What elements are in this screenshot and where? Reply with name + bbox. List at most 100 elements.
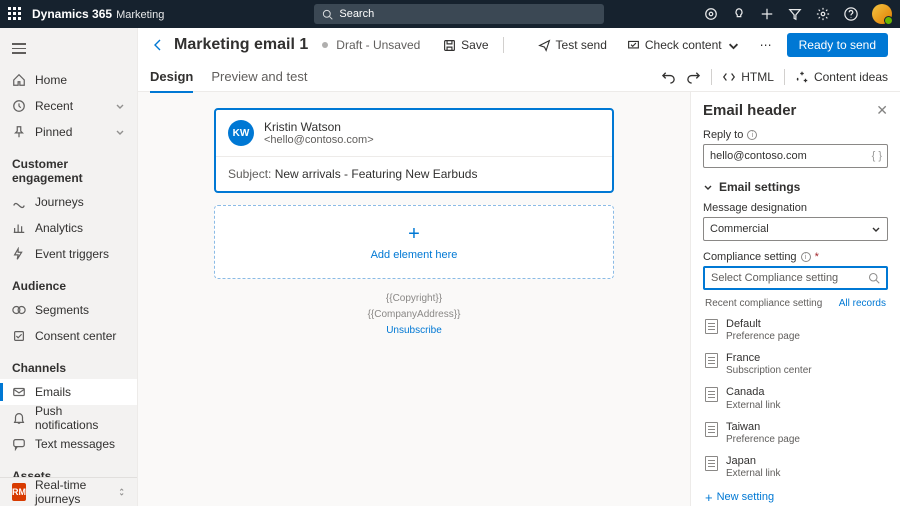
- plus-icon: +: [403, 223, 425, 245]
- check-content-button[interactable]: Check content: [621, 33, 746, 57]
- chevron-down-icon: [703, 182, 713, 192]
- help-icon[interactable]: [844, 7, 858, 21]
- ready-to-send-button[interactable]: Ready to send: [787, 33, 888, 57]
- topbar-actions: [704, 4, 892, 24]
- tab-design[interactable]: Design: [150, 62, 193, 92]
- filter-icon[interactable]: [788, 7, 802, 21]
- email-footer-text: {{Copyright}} {{CompanyAddress}} Unsubsc…: [368, 291, 461, 339]
- email-settings-toggle[interactable]: Email settings: [703, 180, 888, 194]
- area-switcher[interactable]: RM Real-time journeys: [0, 478, 137, 506]
- sender-email: <hello@contoso.com>: [264, 134, 374, 146]
- recent-label: Recent compliance setting: [705, 298, 822, 309]
- record-status: Draft - Unsaved: [336, 38, 420, 52]
- close-panel-button[interactable]: ✕: [876, 102, 888, 119]
- compliance-dropdown: Recent compliance setting All records Def…: [703, 294, 888, 506]
- subject-text: New arrivals - Featuring New Earbuds: [275, 167, 478, 181]
- unsubscribe-link[interactable]: Unsubscribe: [368, 323, 461, 339]
- all-records-link[interactable]: All records: [839, 298, 886, 309]
- overflow-button[interactable]: ⋯: [754, 33, 779, 57]
- compliance-option[interactable]: TaiwanPreference page: [703, 416, 888, 450]
- compliance-option[interactable]: JapanExternal link: [703, 450, 888, 484]
- nav-home[interactable]: Home: [0, 67, 137, 93]
- record-icon: [705, 456, 718, 471]
- target-icon[interactable]: [704, 7, 718, 21]
- compliance-label: Compliance settingi*: [703, 251, 888, 263]
- pin-icon: [12, 125, 26, 139]
- compliance-option[interactable]: FranceSubscription center: [703, 347, 888, 381]
- journeys-icon: [12, 195, 26, 209]
- save-dropdown[interactable]: [512, 33, 524, 57]
- email-header-block[interactable]: KW Kristin Watson <hello@contoso.com> Su…: [214, 108, 614, 193]
- search-icon: [868, 272, 880, 284]
- record-icon: [705, 353, 718, 368]
- info-icon[interactable]: i: [801, 252, 811, 262]
- sparkle-icon: [795, 70, 809, 84]
- nav-emails[interactable]: Emails: [0, 379, 137, 405]
- main-area: Marketing email 1 Draft - Unsaved Save T…: [138, 28, 900, 506]
- chevron-down-icon: [115, 127, 125, 137]
- nav-journeys[interactable]: Journeys: [0, 189, 137, 215]
- redo-button[interactable]: [686, 69, 701, 84]
- search-placeholder: Search: [339, 8, 374, 20]
- nav-event-triggers[interactable]: Event triggers: [0, 241, 137, 267]
- panel-title: Email header: [703, 102, 796, 119]
- content-ideas-button[interactable]: Content ideas: [795, 70, 888, 84]
- app-launcher-icon[interactable]: [8, 7, 22, 21]
- clock-icon: [12, 99, 26, 113]
- sms-icon: [12, 437, 26, 451]
- menu-toggle[interactable]: [0, 36, 137, 67]
- nav-recent[interactable]: Recent: [0, 93, 137, 119]
- test-send-button[interactable]: Test send: [532, 33, 613, 57]
- add-element-dropzone[interactable]: + Add element here: [214, 205, 614, 279]
- nav-text-messages[interactable]: Text messages: [0, 431, 137, 457]
- left-sidebar: Home Recent Pinned Customer engagement J…: [0, 28, 138, 506]
- email-header-panel: Email header ✕ Reply toi hello@contoso.c…: [690, 92, 900, 506]
- save-button[interactable]: Save: [437, 33, 494, 57]
- email-icon: [12, 385, 26, 399]
- compliance-option[interactable]: DefaultPreference page: [703, 313, 888, 347]
- page-title: Marketing email 1: [174, 36, 308, 54]
- brand: Dynamics 365Marketing: [32, 7, 164, 21]
- nav-pinned[interactable]: Pinned: [0, 119, 137, 145]
- reply-to-input[interactable]: hello@contoso.com{ }: [703, 144, 888, 168]
- sidebar-footer: RM Real-time journeys: [0, 477, 137, 506]
- tab-bar: Design Preview and test HTML Content ide…: [138, 62, 900, 92]
- group-audience: Audience: [0, 267, 137, 297]
- analytics-icon: [12, 221, 26, 235]
- designation-select[interactable]: Commercial: [703, 217, 888, 241]
- back-button[interactable]: [150, 37, 166, 53]
- status-dot: [322, 42, 328, 48]
- nav-push-notifications[interactable]: Push notifications: [0, 405, 137, 431]
- compliance-option[interactable]: CanadaExternal link: [703, 381, 888, 415]
- nav-segments[interactable]: Segments: [0, 297, 137, 323]
- gear-icon[interactable]: [816, 7, 830, 21]
- record-icon: [705, 319, 718, 334]
- chevron-down-icon: [727, 39, 740, 52]
- add-element-label: Add element here: [371, 249, 458, 261]
- plus-icon[interactable]: [760, 7, 774, 21]
- nav-consent-center[interactable]: Consent center: [0, 323, 137, 349]
- tab-preview[interactable]: Preview and test: [211, 62, 307, 92]
- user-avatar[interactable]: [872, 4, 892, 24]
- nav-analytics[interactable]: Analytics: [0, 215, 137, 241]
- reply-to-label: Reply toi: [703, 129, 888, 141]
- global-topbar: Dynamics 365Marketing Search: [0, 0, 900, 28]
- chevron-down-icon: [871, 224, 881, 234]
- compliance-lookup[interactable]: Select Compliance setting: [703, 266, 888, 290]
- undo-button[interactable]: [661, 69, 676, 84]
- search-icon: [322, 9, 333, 20]
- area-badge: RM: [12, 483, 26, 501]
- global-search[interactable]: Search: [314, 4, 604, 24]
- info-icon[interactable]: i: [747, 130, 757, 140]
- new-setting-button[interactable]: +New setting: [703, 484, 888, 506]
- html-button[interactable]: HTML: [722, 70, 774, 84]
- updown-icon: [118, 486, 125, 498]
- command-bar: Marketing email 1 Draft - Unsaved Save T…: [138, 28, 900, 62]
- personalize-icon[interactable]: { }: [872, 150, 882, 162]
- code-icon: [722, 70, 736, 84]
- designation-label: Message designation: [703, 202, 888, 214]
- home-icon: [12, 73, 26, 87]
- subject-row[interactable]: Subject: New arrivals - Featuring New Ea…: [216, 156, 612, 191]
- lightbulb-icon[interactable]: [732, 7, 746, 21]
- chevron-down-icon: [115, 101, 125, 111]
